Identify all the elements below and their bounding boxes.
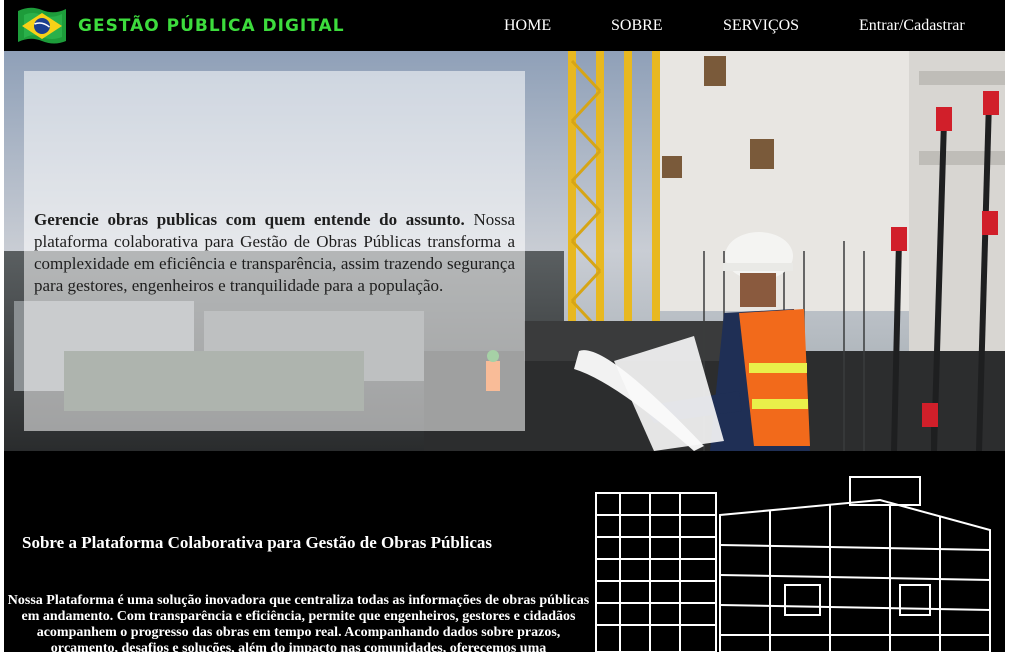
building-wireframe-image (595, 476, 991, 652)
navbar: GESTÃO PÚBLICA DIGITAL HOME SOBRE SERVIÇ… (4, 0, 1005, 51)
nav-home[interactable]: HOME (504, 17, 551, 35)
hero-text: Gerencie obras publicas com quem entende… (34, 209, 515, 297)
about-text: Nossa Plataforma é uma solução inovadora… (7, 593, 590, 652)
nav-servicos[interactable]: SERVIÇOS (723, 17, 799, 35)
about-section: Sobre a Plataforma Colaborativa para Ges… (4, 451, 1005, 652)
nav-sobre[interactable]: SOBRE (611, 17, 663, 35)
hero-headline: Gerencie obras publicas com quem entende… (34, 210, 465, 229)
hero-card: Gerencie obras publicas com quem entende… (24, 71, 525, 431)
nav-login-signup[interactable]: Entrar/Cadastrar (859, 17, 965, 35)
main-nav: HOME SOBRE SERVIÇOS Entrar/Cadastrar (4, 0, 1005, 51)
about-title: Sobre a Plataforma Colaborativa para Ges… (22, 533, 492, 552)
page-scrollbar[interactable] (1005, 0, 1009, 652)
hero-section: Gerencie obras publicas com quem entende… (4, 51, 1005, 451)
